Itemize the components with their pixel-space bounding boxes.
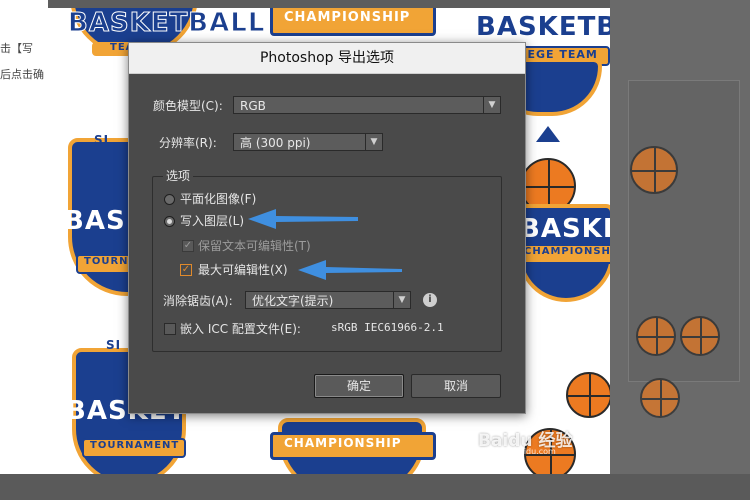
info-icon[interactable]: i xyxy=(423,293,437,307)
page-text-line: 击【写 xyxy=(0,42,33,55)
flat-image-radio[interactable] xyxy=(164,194,175,205)
chevron-down-icon: ▼ xyxy=(393,292,410,308)
bottom-strip xyxy=(0,474,750,500)
antialias-select[interactable]: 优化文字(提示) ▼ xyxy=(245,291,411,309)
badge-word: CHAMPIONSHIP xyxy=(524,246,610,257)
badge-word: BASKETBALL xyxy=(67,8,266,39)
crown-icon xyxy=(536,126,560,142)
badge-word: CHAMPIONSHIP xyxy=(284,436,402,450)
badge-word: TOURNAMENT xyxy=(90,440,180,451)
right-side-panel xyxy=(610,0,750,500)
basketball-icon xyxy=(636,316,676,356)
watermark-url: jingyan.baidu.com xyxy=(482,447,556,456)
badge-word: BASKETBALL xyxy=(476,12,610,42)
annotation-arrow-icon xyxy=(298,260,402,280)
color-model-select[interactable]: RGB ▼ xyxy=(233,96,501,114)
basketball-icon xyxy=(630,146,678,194)
embed-icc-profile: sRGB IEC61966-2.1 xyxy=(331,321,444,334)
annotation-arrow-icon xyxy=(248,209,358,229)
preserve-text-label: 保留文本可编辑性(T) xyxy=(198,239,311,253)
color-model-value: RGB xyxy=(240,99,266,113)
badge-word: CHAMPIONSHIP xyxy=(284,10,411,25)
dialog-title: Photoshop 导出选项 xyxy=(129,43,525,74)
cancel-button[interactable]: 取消 xyxy=(411,374,501,398)
badge-word: SI xyxy=(106,338,122,352)
embed-icc-label[interactable]: 嵌入 ICC 配置文件(E): xyxy=(180,320,301,337)
badge-word: SI xyxy=(94,133,110,147)
resolution-select[interactable]: 高 (300 ppi) ▼ xyxy=(233,133,383,151)
preserve-text-checkbox[interactable]: ✓ xyxy=(182,240,194,252)
ok-button[interactable]: 确定 xyxy=(314,374,404,398)
basketball-icon xyxy=(680,316,720,356)
write-layers-radio[interactable] xyxy=(164,216,175,227)
badge-word: BASKETBALL xyxy=(520,214,610,244)
resolution-label: 分辨率(R): xyxy=(159,136,217,150)
options-group-title: 选项 xyxy=(163,167,194,184)
write-layers-label[interactable]: 写入图层(L) xyxy=(180,212,244,229)
chevron-down-icon: ▼ xyxy=(365,134,382,150)
color-model-label: 颜色模型(C): xyxy=(153,99,223,113)
max-editability-label[interactable]: 最大可编辑性(X) xyxy=(198,261,288,278)
basketball-icon xyxy=(566,372,610,418)
flat-image-label[interactable]: 平面化图像(F) xyxy=(180,190,256,207)
antialias-label: 消除锯齿(A): xyxy=(163,294,233,308)
chevron-down-icon: ▼ xyxy=(483,97,500,113)
basketball-icon xyxy=(640,378,680,418)
max-editability-checkbox[interactable]: ✓ xyxy=(180,264,192,276)
embed-icc-checkbox[interactable] xyxy=(164,323,176,335)
page-left-text-strip: 击【写 后点击确 xyxy=(0,0,48,500)
antialias-value: 优化文字(提示) xyxy=(252,294,334,308)
resolution-value: 高 (300 ppi) xyxy=(240,136,311,150)
page-text-line: 后点击确 xyxy=(0,68,44,81)
